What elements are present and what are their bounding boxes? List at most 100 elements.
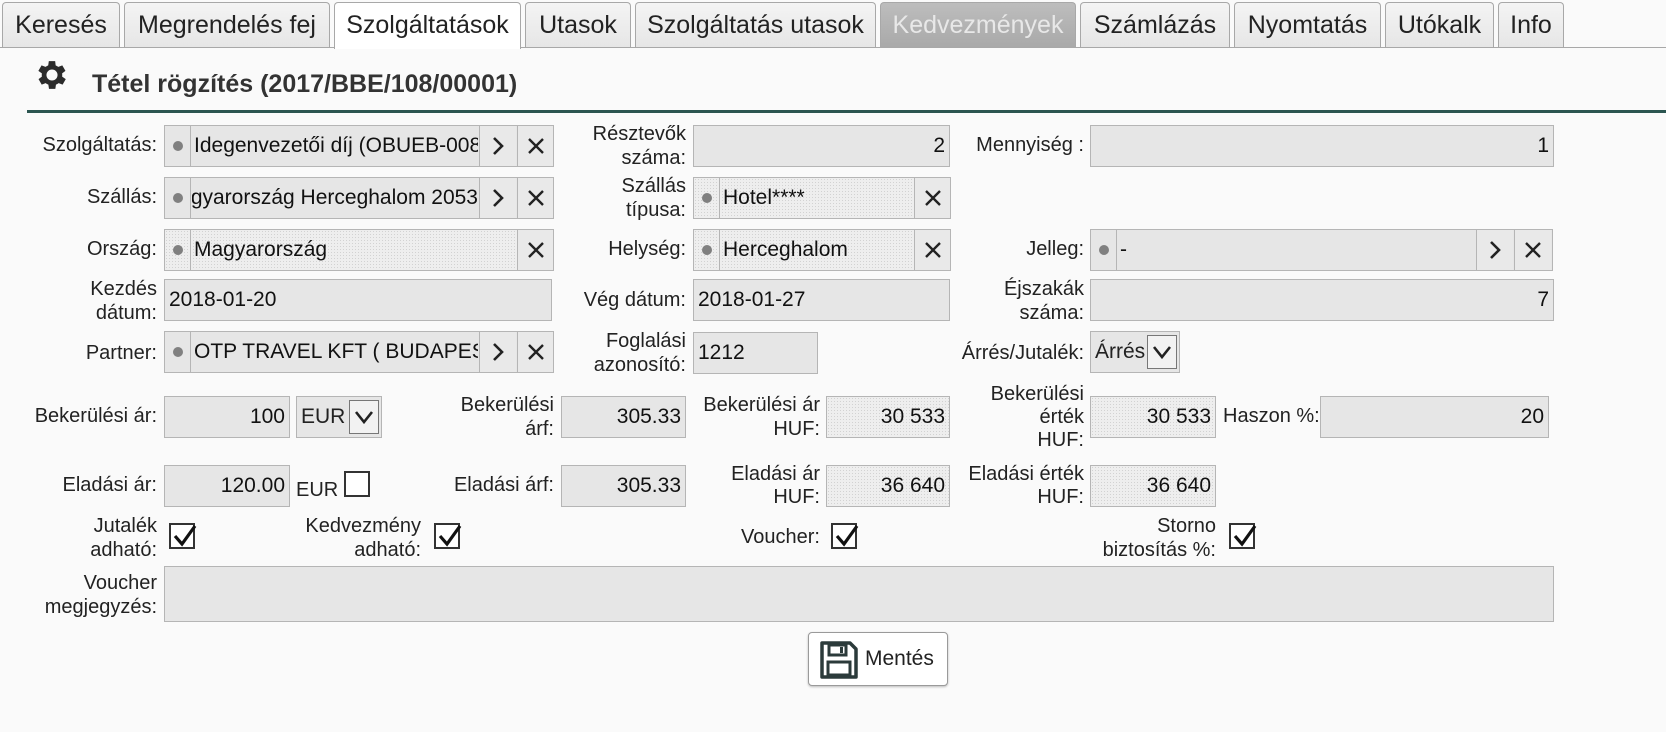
label-voucher-megjegyzes: Voucher bbox=[83, 572, 157, 594]
bekerulesi-ar-huf-input[interactable]: 30 533 bbox=[826, 396, 950, 438]
szolgaltatas-open-button[interactable] bbox=[479, 126, 516, 166]
status-dot-icon bbox=[694, 230, 720, 270]
tab-szamlazas[interactable]: Számlázás bbox=[1080, 2, 1230, 47]
status-dot-icon bbox=[165, 332, 191, 372]
label-kedvezmeny: Kedvezmény bbox=[305, 515, 421, 537]
close-icon bbox=[528, 344, 544, 360]
arres-jutalek-select[interactable]: Árrés bbox=[1090, 331, 1180, 373]
label-szallas-tipus-2: típusa: bbox=[625, 199, 686, 221]
label-kezdes-2: dátum: bbox=[95, 302, 157, 324]
voucher-megjegyzes-input[interactable] bbox=[164, 566, 1554, 622]
eladasi-ar-input[interactable]: 120.00 bbox=[164, 465, 290, 507]
kezdes-datum-input[interactable]: 2018-01-20 bbox=[164, 279, 552, 321]
szolgaltatas-select[interactable]: Idegenvezetői díj (OBUEB-008) bbox=[164, 125, 554, 167]
partner-select[interactable]: OTP TRAVEL KFT ( BUDAPEST ) bbox=[164, 331, 554, 373]
label-bekerulesi-ar: Bekerülési ár: bbox=[34, 405, 157, 427]
label-haszon: Haszon %: bbox=[1223, 405, 1320, 427]
szallas-open-button[interactable] bbox=[479, 178, 516, 218]
voucher-checkbox[interactable] bbox=[831, 523, 859, 549]
arres-jutalek-value: Árrés bbox=[1095, 340, 1146, 363]
label-eladasi-ertek-2: HUF: bbox=[1037, 486, 1084, 508]
checkmark-icon bbox=[1233, 525, 1257, 547]
orszag-select[interactable]: Magyarország bbox=[164, 229, 554, 271]
tab-szolgaltatasok[interactable]: Szolgáltatások bbox=[334, 2, 521, 49]
label-voucher: Voucher: bbox=[741, 526, 820, 548]
label-eladasi-currency: EUR bbox=[296, 479, 339, 501]
close-icon bbox=[528, 242, 544, 258]
szallas-select[interactable]: Magyarország Herceghalom 2053 bbox=[164, 177, 554, 219]
close-icon bbox=[925, 242, 941, 258]
tab-info[interactable]: Info bbox=[1498, 2, 1564, 47]
jutalek-checkbox[interactable] bbox=[169, 523, 197, 549]
label-arres-jutalek: Árrés/Jutalék: bbox=[961, 342, 1084, 364]
eladasi-ertek-huf-input[interactable]: 36 640 bbox=[1090, 465, 1216, 507]
status-dot-icon bbox=[1091, 230, 1117, 270]
bekerulesi-ertek-huf-input[interactable]: 30 533 bbox=[1090, 396, 1216, 438]
tab-kereses[interactable]: Keresés bbox=[2, 2, 120, 47]
helyseg-value: Herceghalom bbox=[723, 238, 848, 261]
label-orszag: Ország: bbox=[86, 238, 157, 260]
label-voucher-megjegyzes-2: megjegyzés: bbox=[44, 596, 157, 618]
jelleg-open-button[interactable] bbox=[1476, 230, 1513, 270]
bekerulesi-arf-input[interactable]: 305.33 bbox=[561, 396, 686, 438]
jelleg-select[interactable]: - bbox=[1090, 229, 1553, 271]
label-bekerulesi-ar-huf: Bekerülési ár bbox=[703, 394, 820, 416]
partner-open-button[interactable] bbox=[479, 332, 516, 372]
partner-value: OTP TRAVEL KFT ( BUDAPEST ) bbox=[194, 340, 478, 363]
save-button[interactable]: Mentés bbox=[808, 632, 948, 686]
label-bekerulesi-arf: Bekerülési bbox=[460, 394, 554, 416]
label-bekerulesi-ertek-3: HUF: bbox=[1037, 429, 1084, 451]
label-bekerulesi-ertek-2: érték bbox=[1039, 406, 1084, 428]
label-eladasi-arf: Eladási árf: bbox=[453, 474, 554, 496]
jelleg-clear-button[interactable] bbox=[1514, 230, 1551, 270]
tab-utasok[interactable]: Utasok bbox=[525, 2, 631, 47]
orszag-clear-button[interactable] bbox=[517, 230, 553, 270]
tab-nyomtatas[interactable]: Nyomtatás bbox=[1234, 2, 1381, 47]
status-dot-icon bbox=[694, 178, 720, 218]
currency-dropdown-button[interactable] bbox=[349, 400, 379, 434]
status-dot-icon bbox=[165, 178, 191, 218]
szallas-tipus-clear-button[interactable] bbox=[914, 178, 950, 218]
chevron-right-icon bbox=[493, 189, 504, 207]
chevron-right-icon bbox=[1490, 241, 1501, 259]
label-bekerulesi-ertek: Bekerülési bbox=[990, 383, 1084, 405]
szallas-clear-button[interactable] bbox=[517, 178, 553, 218]
haszon-input[interactable]: 20 bbox=[1320, 396, 1549, 438]
ejszakak-input[interactable]: 7 bbox=[1090, 279, 1554, 321]
bekerulesi-ar-input[interactable]: 100 bbox=[164, 396, 290, 438]
save-button-label: Mentés bbox=[865, 647, 934, 670]
label-ejszakak-2: száma: bbox=[1019, 302, 1084, 324]
label-jutalek: Jutalék bbox=[93, 515, 157, 537]
eladasi-arf-input[interactable]: 305.33 bbox=[561, 465, 686, 507]
eladasi-ar-huf-input[interactable]: 36 640 bbox=[826, 465, 950, 507]
helyseg-clear-button[interactable] bbox=[914, 230, 950, 270]
foglalasi-azonosito-input[interactable]: 1212 bbox=[693, 332, 818, 374]
status-dot-icon bbox=[165, 230, 191, 270]
partner-clear-button[interactable] bbox=[517, 332, 553, 372]
helyseg-select[interactable]: Herceghalom bbox=[693, 229, 951, 271]
label-resztvevok-2: száma: bbox=[621, 147, 686, 169]
szolgaltatas-clear-button[interactable] bbox=[517, 126, 553, 166]
eladasi-currency-checkbox[interactable] bbox=[344, 471, 370, 497]
chevron-right-icon bbox=[493, 343, 504, 361]
resztvevok-input[interactable]: 2 bbox=[693, 125, 950, 167]
storno-checkbox[interactable] bbox=[1229, 523, 1257, 549]
arres-dropdown-button[interactable] bbox=[1147, 335, 1177, 369]
bekerulesi-currency-select[interactable]: EUR bbox=[296, 396, 382, 438]
tab-szolgaltatas-utasok[interactable]: Szolgáltatás utasok bbox=[635, 2, 876, 47]
veg-datum-input[interactable]: 2018-01-27 bbox=[693, 279, 950, 321]
mennyiseg-input[interactable]: 1 bbox=[1090, 125, 1554, 167]
szallas-tipus-select[interactable]: Hotel**** bbox=[693, 177, 951, 219]
close-icon bbox=[1525, 242, 1541, 258]
label-szallas-tipus: Szállás bbox=[621, 175, 686, 197]
tab-megrendeles-fej[interactable]: Megrendelés fej bbox=[124, 2, 330, 47]
szallas-value: Magyarország Herceghalom 2053 bbox=[192, 186, 478, 209]
kedvezmeny-checkbox[interactable] bbox=[434, 523, 462, 549]
label-szolgaltatas: Szolgáltatás: bbox=[42, 134, 157, 156]
label-resztvevok: Résztevők bbox=[592, 123, 686, 145]
status-dot-icon bbox=[165, 126, 191, 166]
tab-utokalk[interactable]: Utókalk bbox=[1385, 2, 1494, 47]
label-mennyiseg: Mennyiség : bbox=[976, 134, 1084, 156]
gear-icon bbox=[38, 61, 66, 89]
jelleg-value: - bbox=[1120, 238, 1127, 261]
